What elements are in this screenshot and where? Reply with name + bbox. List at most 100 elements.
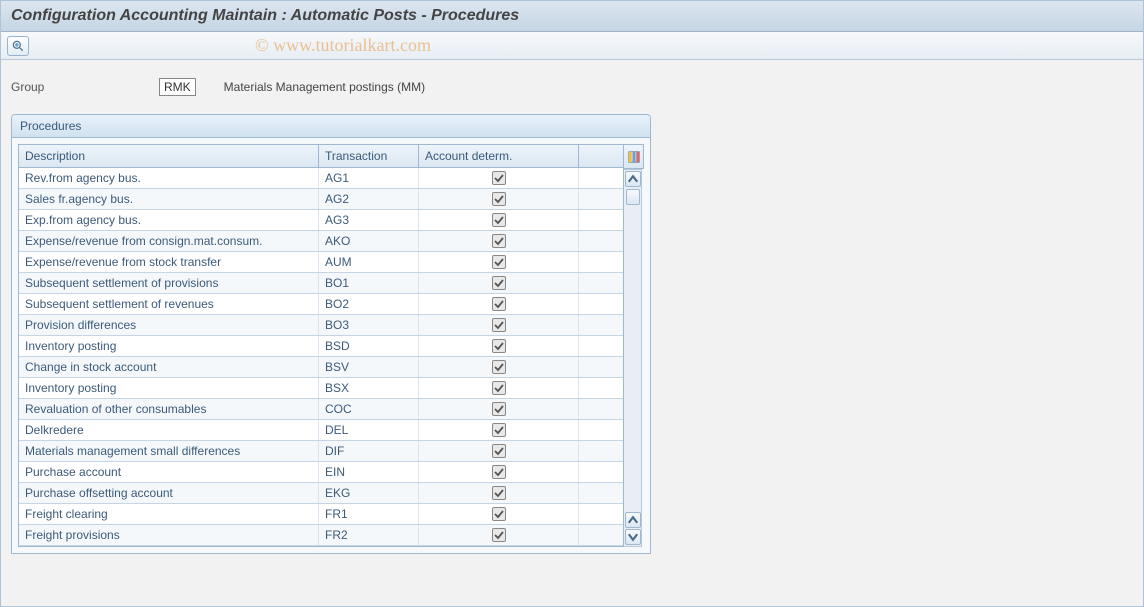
cell-description[interactable]: Freight clearing [19, 504, 319, 524]
table-row[interactable]: Rev.from agency bus.AG1 [19, 168, 623, 189]
cell-description[interactable]: Provision differences [19, 315, 319, 335]
checkbox-checked [492, 255, 506, 269]
check-icon [494, 530, 504, 540]
check-icon [494, 257, 504, 267]
cell-transaction[interactable]: AUM [319, 252, 419, 272]
scroll-up-button[interactable] [625, 171, 641, 187]
table-row[interactable]: Revaluation of other consumablesCOC [19, 399, 623, 420]
table-row[interactable]: Purchase accountEIN [19, 462, 623, 483]
scroll-down-button[interactable] [625, 529, 641, 545]
table-row[interactable]: Sales fr.agency bus.AG2 [19, 189, 623, 210]
chevron-up-icon [626, 172, 640, 186]
cell-account-determ [419, 231, 579, 251]
check-icon [494, 341, 504, 351]
table-row[interactable]: Inventory postingBSX [19, 378, 623, 399]
cell-transaction[interactable]: DIF [319, 441, 419, 461]
cell-transaction[interactable]: EKG [319, 483, 419, 503]
check-icon [494, 509, 504, 519]
checkbox-checked [492, 276, 506, 290]
scroll-down-step-button[interactable] [625, 512, 641, 528]
checkbox-checked [492, 234, 506, 248]
find-button[interactable] [7, 36, 29, 56]
checkbox-checked [492, 402, 506, 416]
cell-description[interactable]: Delkredere [19, 420, 319, 440]
group-label: Group [11, 80, 151, 94]
cell-description[interactable]: Materials management small differences [19, 441, 319, 461]
table-row[interactable]: Expense/revenue from stock transferAUM [19, 252, 623, 273]
cell-transaction[interactable]: FR1 [319, 504, 419, 524]
table-row[interactable]: Provision differencesBO3 [19, 315, 623, 336]
table-config-icon [628, 151, 640, 163]
cell-description[interactable]: Inventory posting [19, 378, 319, 398]
cell-transaction[interactable]: BO1 [319, 273, 419, 293]
header-transaction[interactable]: Transaction [319, 145, 419, 167]
cell-account-determ [419, 483, 579, 503]
table-row[interactable]: Freight clearingFR1 [19, 504, 623, 525]
cell-account-determ [419, 462, 579, 482]
cell-account-determ [419, 315, 579, 335]
header-account-determ[interactable]: Account determ. [419, 145, 579, 167]
table-row[interactable]: Subsequent settlement of revenuesBO2 [19, 294, 623, 315]
cell-transaction[interactable]: EIN [319, 462, 419, 482]
table-row[interactable]: Inventory postingBSD [19, 336, 623, 357]
cell-description[interactable]: Inventory posting [19, 336, 319, 356]
cell-transaction[interactable]: BSX [319, 378, 419, 398]
cell-description[interactable]: Revaluation of other consumables [19, 399, 319, 419]
cell-description[interactable]: Freight provisions [19, 525, 319, 545]
cell-transaction[interactable]: COC [319, 399, 419, 419]
table-row[interactable]: Freight provisionsFR2 [19, 525, 623, 546]
cell-description[interactable]: Expense/revenue from consign.mat.consum. [19, 231, 319, 251]
cell-account-determ [419, 273, 579, 293]
cell-transaction[interactable]: AG1 [319, 168, 419, 188]
check-icon [494, 383, 504, 393]
cell-transaction[interactable]: BSD [319, 336, 419, 356]
cell-description[interactable]: Sales fr.agency bus. [19, 189, 319, 209]
group-row: Group RMK Materials Management postings … [1, 60, 1143, 114]
cell-transaction[interactable]: DEL [319, 420, 419, 440]
cell-description[interactable]: Exp.from agency bus. [19, 210, 319, 230]
table-config-button[interactable] [624, 144, 644, 169]
group-input[interactable]: RMK [159, 78, 196, 96]
toolbar [1, 32, 1143, 60]
cell-transaction[interactable]: FR2 [319, 525, 419, 545]
cell-transaction[interactable]: AG2 [319, 189, 419, 209]
vertical-scrollbar[interactable] [624, 169, 642, 547]
cell-transaction[interactable]: BO2 [319, 294, 419, 314]
table-header-row: Description Transaction Account determ. [19, 145, 623, 168]
check-icon [494, 404, 504, 414]
cell-transaction[interactable]: AG3 [319, 210, 419, 230]
table-row[interactable]: Expense/revenue from consign.mat.consum.… [19, 231, 623, 252]
checkbox-checked [492, 192, 506, 206]
cell-description[interactable]: Purchase offsetting account [19, 483, 319, 503]
check-icon [494, 194, 504, 204]
scroll-track[interactable] [624, 188, 641, 511]
cell-account-determ [419, 420, 579, 440]
cell-description[interactable]: Subsequent settlement of revenues [19, 294, 319, 314]
table-row[interactable]: Subsequent settlement of provisionsBO1 [19, 273, 623, 294]
cell-account-determ [419, 168, 579, 188]
cell-description[interactable]: Purchase account [19, 462, 319, 482]
cell-transaction[interactable]: AKO [319, 231, 419, 251]
cell-account-determ [419, 441, 579, 461]
checkbox-checked [492, 360, 506, 374]
cell-account-determ [419, 504, 579, 524]
cell-description[interactable]: Rev.from agency bus. [19, 168, 319, 188]
table-row[interactable]: Materials management small differencesDI… [19, 441, 623, 462]
table-row[interactable]: Exp.from agency bus.AG3 [19, 210, 623, 231]
header-description[interactable]: Description [19, 145, 319, 167]
cell-transaction[interactable]: BO3 [319, 315, 419, 335]
table-row[interactable]: Purchase offsetting accountEKG [19, 483, 623, 504]
check-icon [494, 488, 504, 498]
check-icon [494, 320, 504, 330]
cell-description[interactable]: Subsequent settlement of provisions [19, 273, 319, 293]
find-icon [11, 39, 25, 53]
checkbox-checked [492, 465, 506, 479]
cell-description[interactable]: Change in stock account [19, 357, 319, 377]
cell-description[interactable]: Expense/revenue from stock transfer [19, 252, 319, 272]
procedures-table: Description Transaction Account determ. … [18, 144, 624, 547]
table-row[interactable]: DelkredereDEL [19, 420, 623, 441]
table-row[interactable]: Change in stock accountBSV [19, 357, 623, 378]
scroll-thumb[interactable] [626, 189, 640, 205]
cell-transaction[interactable]: BSV [319, 357, 419, 377]
cell-account-determ [419, 357, 579, 377]
